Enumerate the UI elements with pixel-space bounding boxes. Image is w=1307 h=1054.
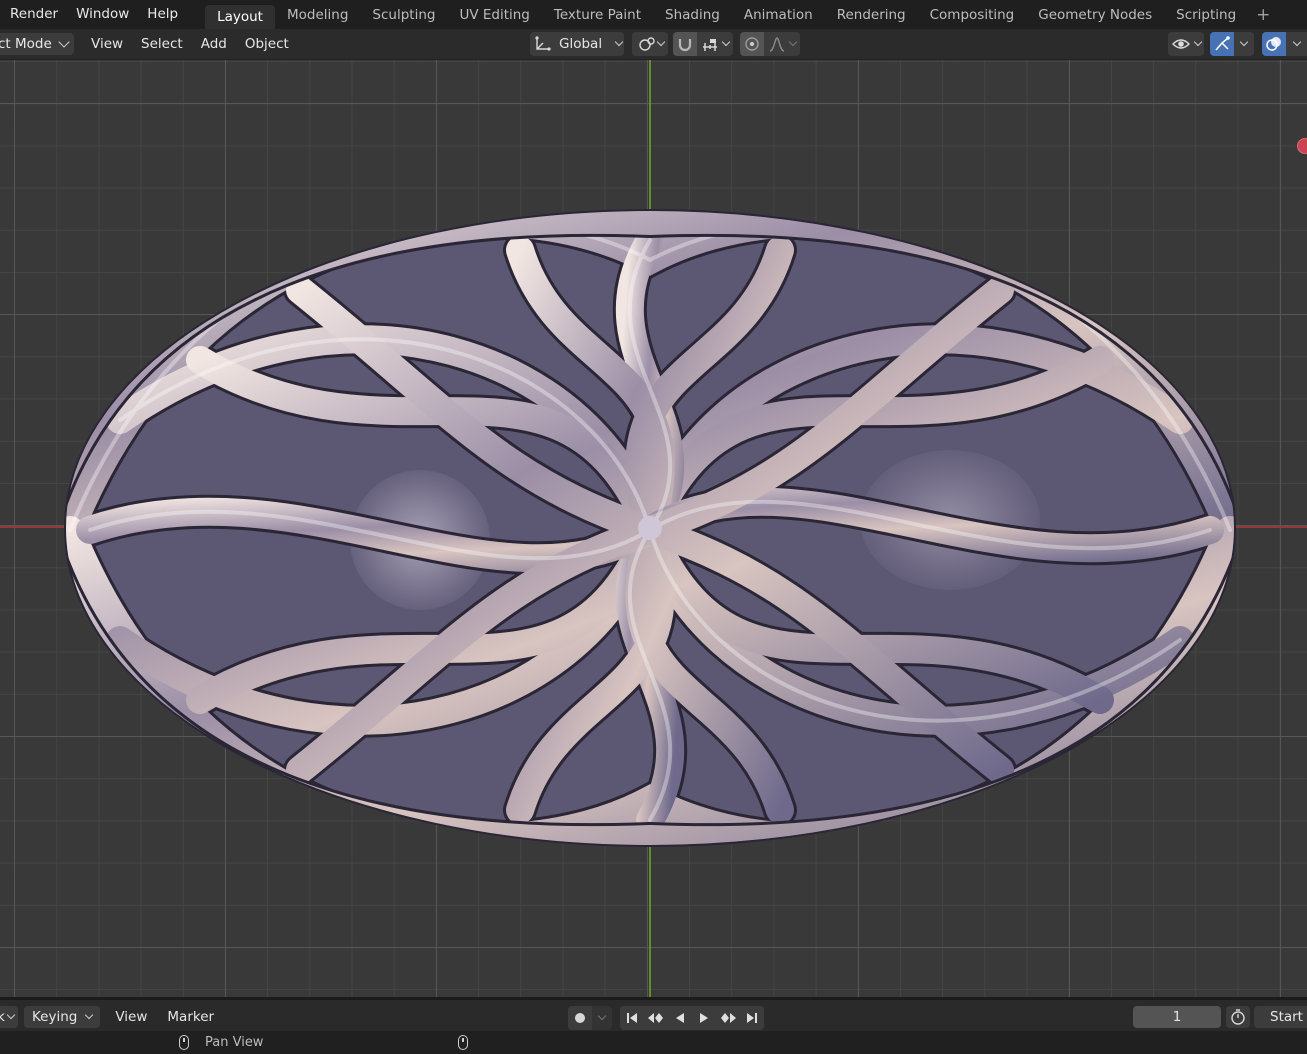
next-keyframe-icon [721, 1013, 736, 1023]
keying-label: Keying [32, 1009, 78, 1025]
menu-window[interactable]: Window [67, 0, 138, 29]
gizmo-group [1210, 32, 1254, 56]
proportional-edit-toggle[interactable] [740, 32, 764, 56]
stopwatch-button[interactable] [1226, 1006, 1250, 1028]
jump-to-start-icon [627, 1013, 637, 1023]
overlay-group [1262, 32, 1307, 56]
auto-key-button[interactable] [568, 1006, 592, 1030]
timeline-header: k Keying View Marker 1 Start [0, 997, 1307, 1034]
play-icon [700, 1013, 708, 1023]
chevron-down-icon [597, 1011, 607, 1021]
snap-target-dropdown[interactable] [697, 32, 733, 56]
chevron-down-icon [1239, 37, 1249, 47]
tab-texture-paint[interactable]: Texture Paint [542, 3, 653, 27]
proportional-group [740, 32, 800, 56]
tab-animation[interactable]: Animation [732, 3, 825, 27]
menu-view[interactable]: View [82, 36, 132, 52]
overlays-dropdown[interactable] [1286, 32, 1307, 56]
orientation-label: Global [559, 36, 603, 52]
snap-group [673, 32, 733, 56]
chevron-down-icon [1292, 37, 1302, 47]
status-hint: Pan View [205, 1035, 264, 1050]
start-frame-field[interactable]: Start [1254, 1006, 1307, 1028]
jump-end-button[interactable] [740, 1006, 764, 1030]
chevron-down-icon [1193, 37, 1203, 47]
menu-render[interactable]: Render [0, 0, 67, 29]
mode-dropdown[interactable]: ct Mode [0, 33, 74, 55]
play-reverse-icon [676, 1013, 684, 1023]
chevron-down-icon [614, 37, 624, 47]
tab-modeling[interactable]: Modeling [275, 3, 360, 27]
tab-scripting[interactable]: Scripting [1164, 3, 1248, 27]
chevron-down-icon [85, 1010, 94, 1020]
proportional-icon [745, 37, 759, 51]
gizmo-toggle[interactable] [1210, 32, 1234, 56]
workspace-tabs: Layout Modeling Sculpting UV Editing Tex… [205, 0, 1278, 29]
status-bar: Pan View [0, 1031, 1307, 1054]
prev-keyframe-button[interactable] [644, 1006, 668, 1030]
snap-increment-icon [703, 39, 717, 51]
3d-viewport[interactable] [0, 60, 1307, 997]
magnet-icon [678, 39, 692, 52]
timeline-menu-marker[interactable]: Marker [158, 1009, 223, 1025]
stopwatch-icon [1231, 1009, 1245, 1025]
tab-layout[interactable]: Layout [205, 5, 275, 29]
snap-toggle[interactable] [673, 32, 697, 56]
playback-controls [568, 1006, 764, 1030]
jump-to-end-icon [747, 1013, 757, 1023]
tab-shading[interactable]: Shading [653, 3, 732, 27]
menu-add[interactable]: Add [192, 36, 236, 52]
keying-dropdown[interactable]: Keying [24, 1006, 101, 1028]
axes-icon [535, 36, 551, 51]
play-reverse-button[interactable] [668, 1006, 692, 1030]
falloff-curve-icon [769, 37, 785, 52]
auto-key-dropdown[interactable] [592, 1006, 612, 1030]
tab-sculpting[interactable]: Sculpting [360, 3, 447, 27]
menu-select[interactable]: Select [132, 36, 192, 52]
next-keyframe-button[interactable] [716, 1006, 740, 1030]
play-button[interactable] [692, 1006, 716, 1030]
tab-rendering[interactable]: Rendering [825, 3, 918, 27]
menu-object[interactable]: Object [236, 36, 298, 52]
mouse-right-icon [458, 1035, 468, 1050]
plus-icon[interactable]: + [1248, 5, 1278, 25]
timeline-menu-view[interactable]: View [106, 1009, 156, 1025]
chevron-down-icon [656, 37, 665, 47]
pivot-group [632, 32, 668, 56]
transform-orientation-dropdown[interactable]: Global [530, 32, 624, 56]
chevron-down-icon [721, 37, 731, 47]
visibility-dropdown[interactable] [1168, 32, 1204, 56]
pivot-icon [638, 37, 655, 51]
record-icon [575, 1013, 585, 1023]
overlays-toggle[interactable] [1262, 32, 1286, 56]
gizmo-icon [1215, 36, 1230, 51]
mode-label: ct Mode [0, 36, 52, 52]
mouse-middle-icon [179, 1035, 189, 1050]
chevron-down-icon [58, 36, 70, 48]
viewport-header: ct Mode View Select Add Object Global [0, 29, 1307, 60]
current-frame-field[interactable]: 1 [1133, 1006, 1221, 1028]
prev-keyframe-icon [648, 1013, 663, 1023]
tab-geometry-nodes[interactable]: Geometry Nodes [1026, 3, 1164, 27]
tab-compositing[interactable]: Compositing [918, 3, 1027, 27]
gizmo-dropdown[interactable] [1234, 32, 1254, 56]
pivot-point-button[interactable] [632, 32, 668, 56]
menu-help[interactable]: Help [138, 0, 187, 29]
visibility-group [1168, 32, 1204, 56]
playback-dropdown[interactable]: k [0, 1006, 18, 1028]
jump-start-button[interactable] [620, 1006, 644, 1030]
overlays-icon [1266, 37, 1281, 51]
falloff-dropdown[interactable] [764, 32, 800, 56]
top-bar: Render Window Help Layout Modeling Sculp… [0, 0, 1307, 29]
playback-label: k [0, 1009, 5, 1025]
celtic-knot-mesh [64, 209, 1236, 847]
chevron-down-icon [6, 1010, 16, 1020]
tab-uv-editing[interactable]: UV Editing [447, 3, 541, 27]
eye-icon [1172, 39, 1190, 49]
chevron-down-icon [788, 37, 798, 47]
